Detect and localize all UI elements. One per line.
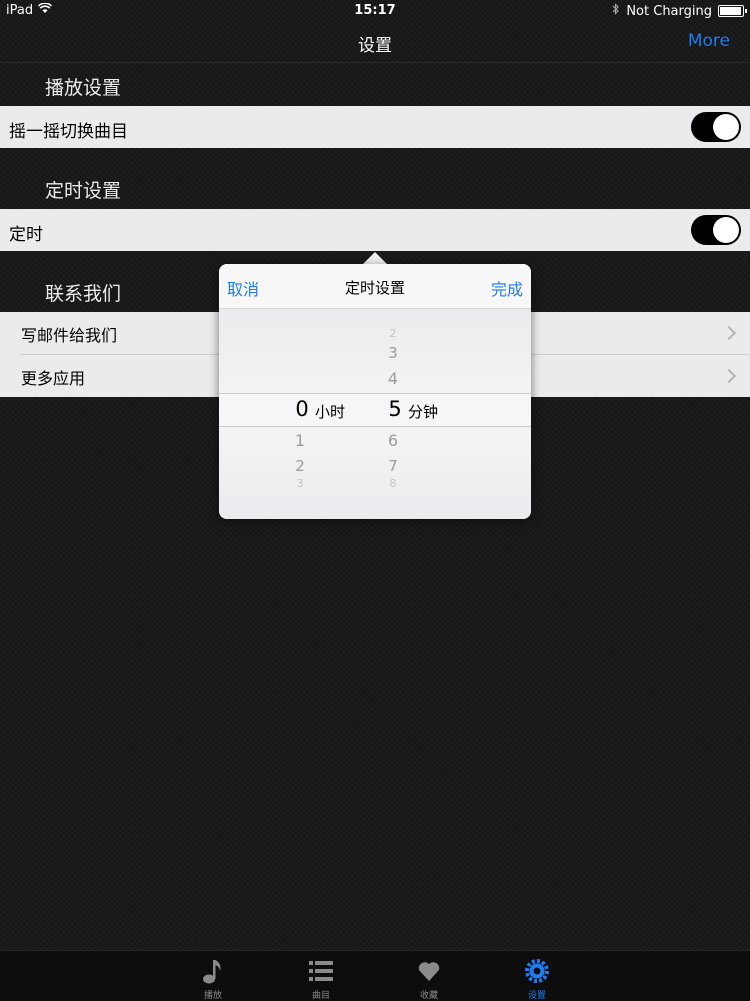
status-right: Not Charging <box>612 3 747 19</box>
hour-option[interactable]: 2 <box>280 457 320 475</box>
hour-option[interactable]: 3 <box>280 477 320 490</box>
status-bar: iPad 15:17 Not Charging <box>0 0 750 22</box>
popover-header: 定时设置 取消 完成 <box>219 264 531 309</box>
section-header-timer: 定时设置 <box>45 180 122 202</box>
minute-option[interactable]: 3 <box>373 344 413 362</box>
minute-unit: 分钟 <box>408 403 439 421</box>
toggle-knob <box>713 114 739 140</box>
time-picker[interactable]: 2 3 4 0 小时 5 分钟 1 2 3 6 7 8 <box>219 309 531 519</box>
tab-settings[interactable]: 设置 <box>502 951 572 1001</box>
more-button[interactable]: More <box>688 31 730 51</box>
popover-arrow <box>363 252 387 264</box>
minute-option[interactable]: 7 <box>373 457 413 475</box>
battery-icon <box>718 5 747 17</box>
tab-bar: 播放 曲目 收藏 设置 <box>0 950 750 1001</box>
minute-option[interactable]: 4 <box>373 369 413 388</box>
chevron-right-icon <box>721 325 737 341</box>
page-title: 设置 <box>358 36 392 56</box>
timer-toggle[interactable] <box>691 215 741 245</box>
navigation-bar: 设置 More <box>0 22 750 63</box>
popover-title: 定时设置 <box>344 279 405 297</box>
toggle-knob <box>713 217 739 243</box>
hour-unit: 小时 <box>315 403 346 421</box>
timer-label: 定时 <box>9 225 43 245</box>
tab-label: 播放 <box>203 991 222 1001</box>
email-us-label: 写邮件给我们 <box>21 326 118 345</box>
section-header-contact: 联系我们 <box>45 283 122 305</box>
section-header-playback: 播放设置 <box>45 77 122 99</box>
done-button[interactable]: 完成 <box>491 276 523 300</box>
tab-favorites[interactable]: 收藏 <box>394 951 464 1001</box>
shake-switch-cell: 摇一摇切换曲目 <box>0 106 750 148</box>
tab-tracks[interactable]: 曲目 <box>286 951 356 1001</box>
cancel-button[interactable]: 取消 <box>227 276 259 300</box>
timer-popover: 定时设置 取消 完成 2 3 4 0 小时 5 分钟 1 2 3 6 7 8 <box>219 264 531 519</box>
minute-option[interactable]: 6 <box>373 431 413 450</box>
tab-label: 设置 <box>527 991 546 1001</box>
more-apps-label: 更多应用 <box>21 369 86 388</box>
timer-switch-cell: 定时 <box>0 209 750 251</box>
bluetooth-icon <box>612 3 620 19</box>
hour-option[interactable]: 1 <box>280 431 320 450</box>
chevron-right-icon <box>721 368 737 384</box>
minute-option[interactable]: 8 <box>373 477 413 490</box>
charging-status: Not Charging <box>626 3 712 19</box>
shake-toggle[interactable] <box>691 112 741 142</box>
minute-option[interactable]: 2 <box>373 327 413 340</box>
shake-label: 摇一摇切换曲目 <box>9 122 128 142</box>
tab-play[interactable]: 播放 <box>178 951 248 1001</box>
tab-label: 收藏 <box>419 991 438 1001</box>
tab-label: 曲目 <box>311 991 330 1001</box>
